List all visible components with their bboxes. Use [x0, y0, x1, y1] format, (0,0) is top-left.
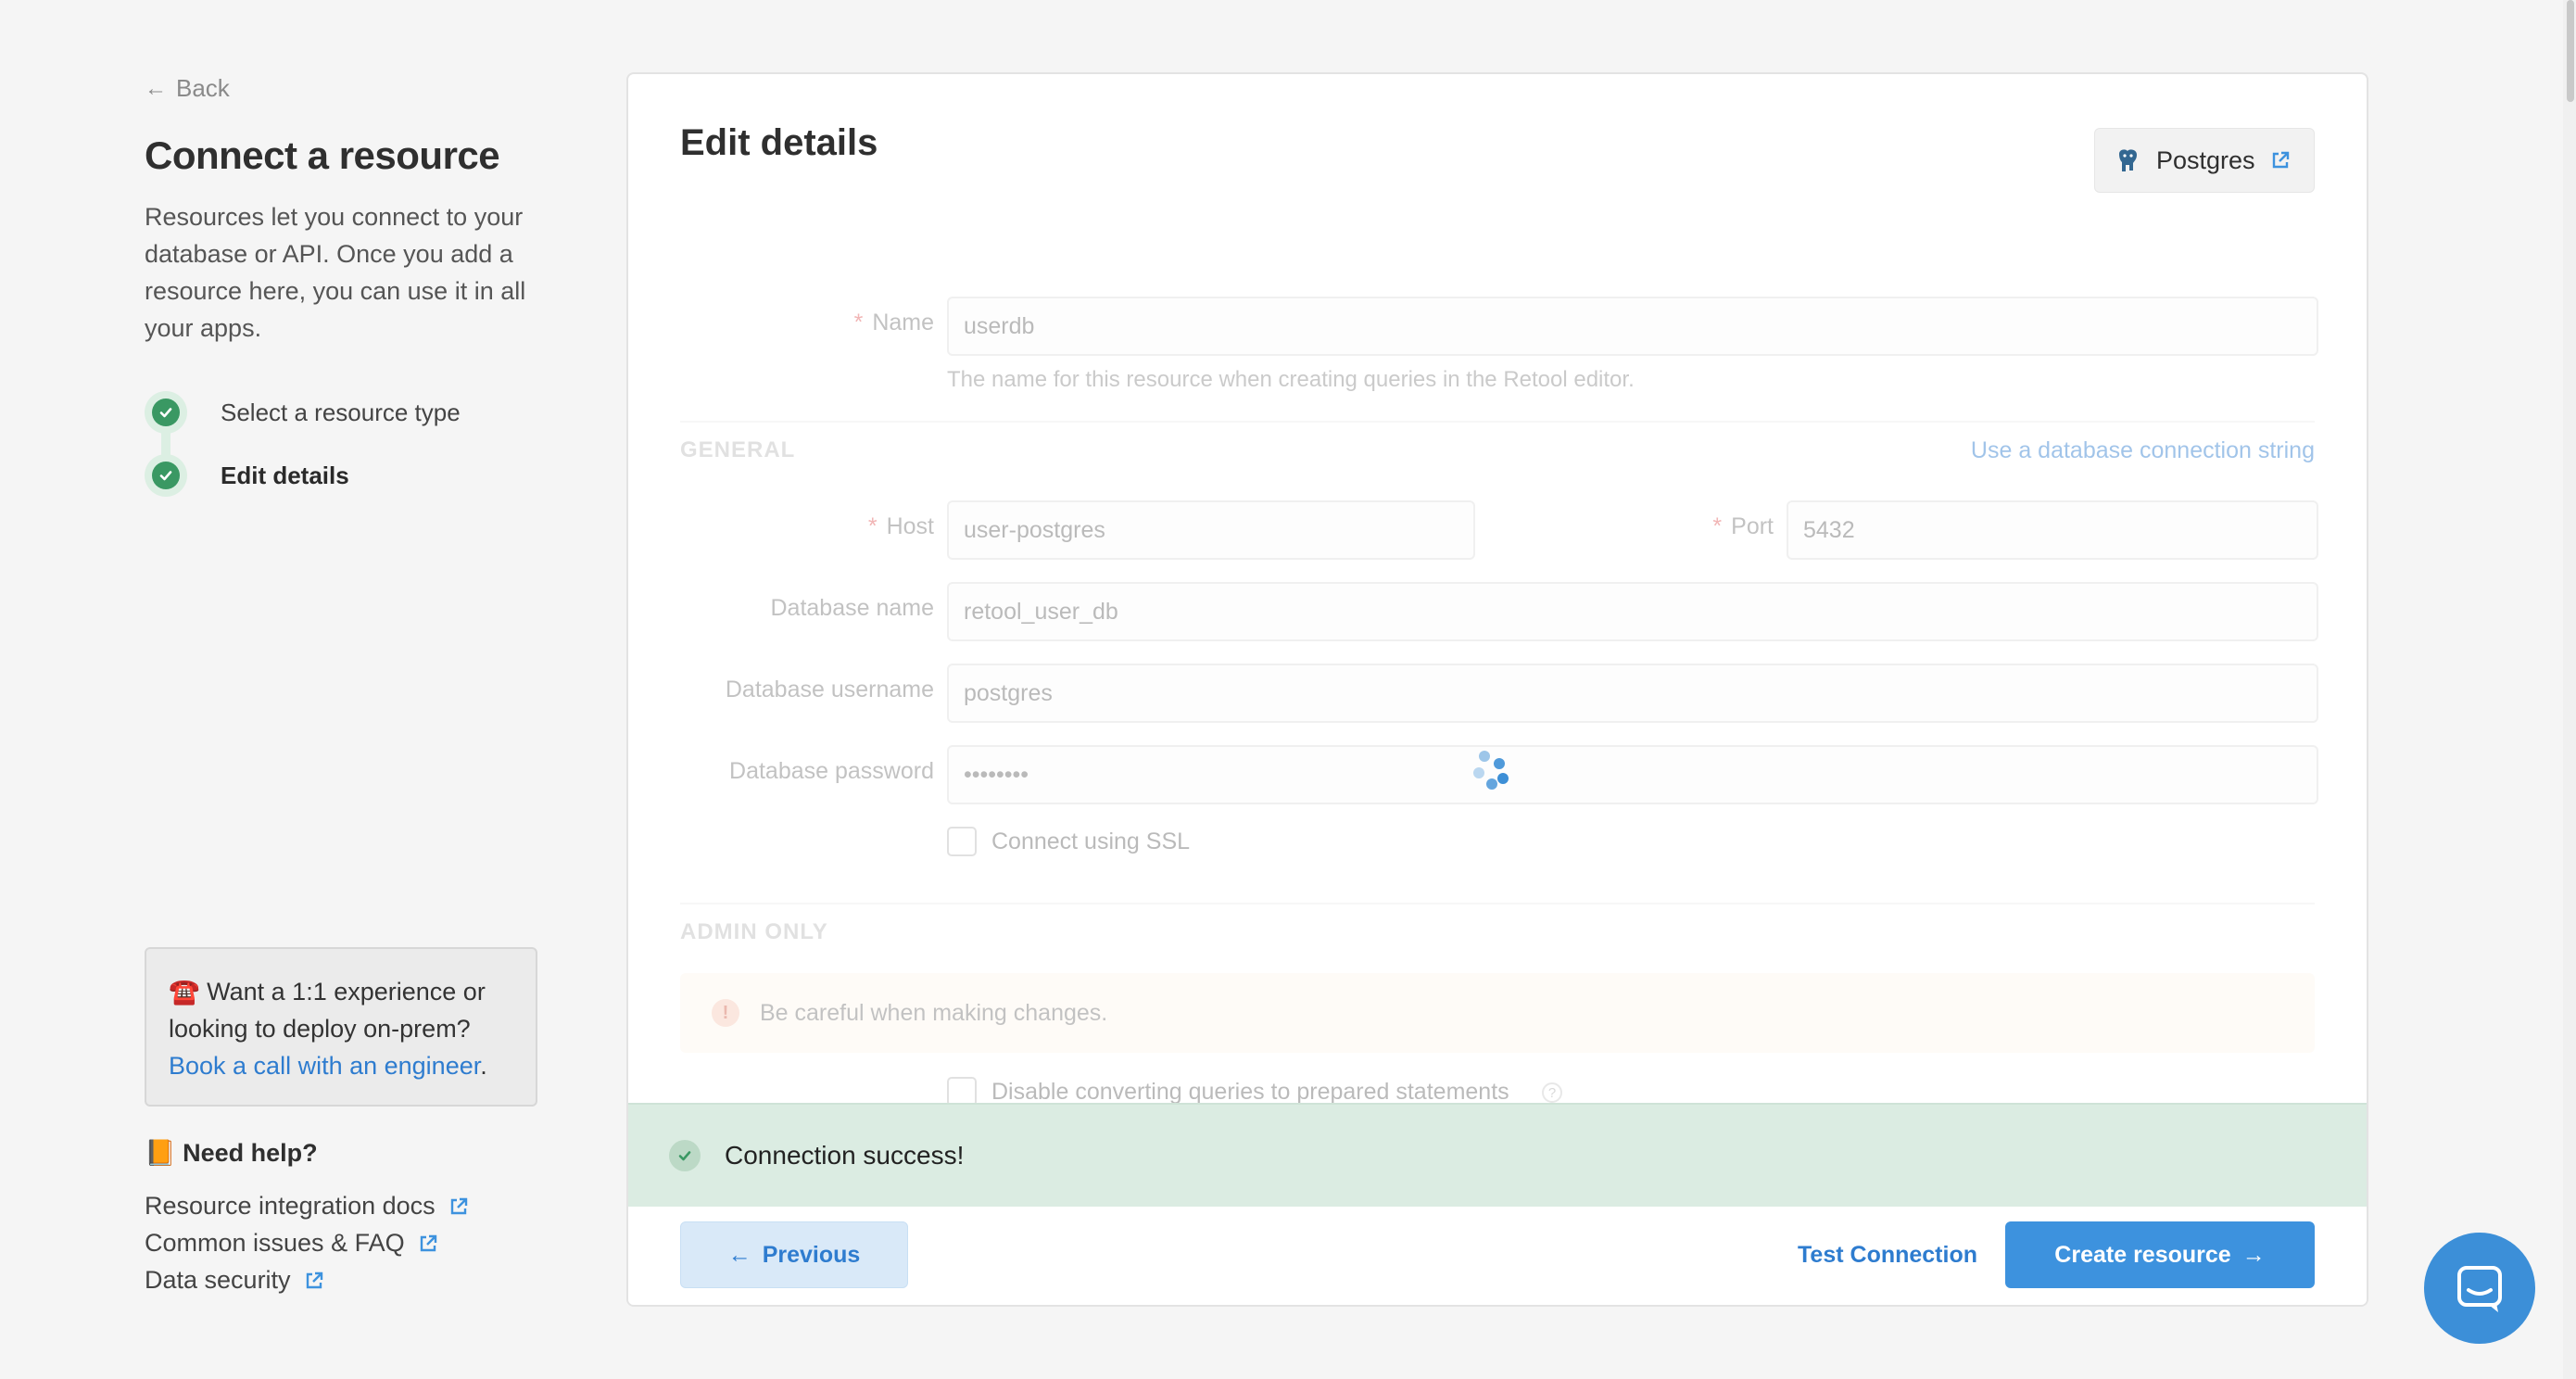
external-link-icon [450, 1197, 467, 1214]
help-link-label: Resource integration docs [145, 1192, 436, 1220]
step-connector [161, 432, 170, 456]
database-username-label: Database username [725, 677, 934, 702]
external-link-icon [306, 1271, 322, 1288]
step-select-resource-type: Select a resource type [145, 391, 461, 434]
chat-icon [2457, 1266, 2502, 1312]
postgres-label: Postgres [2156, 145, 2255, 174]
step-label: Edit details [221, 461, 349, 489]
edit-details-card: Edit details Postgres * Name userdb The n… [626, 72, 2368, 1307]
help-link-label: Common issues & FAQ [145, 1229, 405, 1257]
scrollbar-thumb[interactable] [2567, 0, 2574, 102]
arrow-left-icon: ← [145, 75, 167, 101]
section-general-title: GENERAL [680, 437, 796, 462]
promo-suffix: . [480, 1052, 487, 1080]
database-name-label: Database name [770, 595, 934, 621]
database-username-input[interactable]: postgres [947, 664, 2318, 723]
page-description: Resources let you connect to your databa… [145, 203, 526, 342]
divider [680, 903, 2315, 905]
step-edit-details: Edit details [145, 454, 349, 497]
back-label: Back [176, 74, 230, 102]
host-input[interactable]: user-postgres [947, 500, 1475, 560]
common-issues-faq-link[interactable]: Common issues & FAQ [145, 1229, 438, 1258]
ssl-checkbox[interactable] [947, 827, 977, 856]
port-input[interactable]: 5432 [1787, 500, 2318, 560]
data-security-link[interactable]: Data security [145, 1266, 324, 1295]
help-link-label: Data security [145, 1266, 291, 1294]
prepared-statements-label: Disable converting queries to prepared s… [991, 1079, 1509, 1105]
external-link-icon [2272, 151, 2289, 169]
left-panel: ← Back Connect a resource Resources let … [145, 0, 543, 1379]
book-icon: 📙 [145, 1139, 176, 1167]
external-link-icon [420, 1234, 436, 1251]
check-circle-icon [145, 391, 187, 434]
toast-text: Connection success! [725, 1141, 965, 1170]
warning-text: Be careful when making changes. [760, 999, 1108, 1026]
warning-icon: ! [712, 999, 739, 1027]
page-scrollbar[interactable] [2563, 0, 2576, 1379]
check-circle-icon [145, 454, 187, 497]
help-circle-icon[interactable]: ? [1542, 1082, 1562, 1103]
database-password-input[interactable]: •••••••• [947, 745, 2318, 804]
connection-string-link[interactable]: Use a database connection string [1971, 437, 2315, 464]
label-text: Name [872, 310, 934, 335]
admin-warning: ! Be careful when making changes. [680, 973, 2315, 1053]
database-name-input[interactable]: retool_user_db [947, 582, 2318, 641]
promo-box: ☎️ Want a 1:1 experience or looking to d… [145, 947, 537, 1107]
postgres-elephant-icon [2119, 149, 2137, 171]
resource-integration-docs-link[interactable]: Resource integration docs [145, 1192, 469, 1221]
telephone-icon: ☎️ [169, 978, 200, 1006]
database-password-label: Database password [729, 758, 934, 784]
create-resource-button[interactable]: Create resource → [2005, 1221, 2315, 1288]
name-input[interactable]: userdb [947, 297, 2318, 356]
previous-label: Previous [762, 1241, 861, 1268]
back-link[interactable]: ← Back [145, 74, 230, 103]
postgres-docs-button[interactable]: Postgres [2094, 128, 2315, 193]
connection-success-toast: Connection success! [628, 1103, 2367, 1207]
page-title: Connect a resource [145, 133, 500, 177]
label-text: Port [1731, 513, 1774, 539]
arrow-left-icon: ← [727, 1241, 751, 1268]
name-hint: The name for this resource when creating… [947, 367, 1635, 392]
chat-launcher-button[interactable] [2424, 1233, 2535, 1344]
book-call-link[interactable]: Book a call with an engineer [169, 1052, 480, 1080]
promo-text: Want a 1:1 experience or looking to depl… [169, 978, 486, 1043]
ssl-label: Connect using SSL [991, 829, 1191, 854]
previous-button[interactable]: ← Previous [680, 1221, 908, 1288]
host-label: * Host [867, 513, 934, 539]
divider [680, 421, 2315, 423]
name-label: * Name [853, 310, 934, 335]
step-label: Select a resource type [221, 398, 461, 426]
loading-spinner-icon [1473, 751, 1520, 797]
card-footer: ← Previous Test Connection Create resour… [628, 1207, 2367, 1305]
port-label: * Port [1712, 513, 1774, 539]
section-admin-title: ADMIN ONLY [680, 919, 828, 944]
help-title: 📙 Need help? [145, 1138, 318, 1168]
help-title-text: Need help? [183, 1139, 318, 1167]
card-title: Edit details [680, 122, 878, 163]
arrow-right-icon: → [2241, 1241, 2266, 1268]
label-text: Host [886, 513, 934, 539]
check-circle-icon [669, 1140, 701, 1171]
create-label: Create resource [2054, 1241, 2231, 1268]
test-connection-button[interactable]: Test Connection [1798, 1221, 1977, 1288]
